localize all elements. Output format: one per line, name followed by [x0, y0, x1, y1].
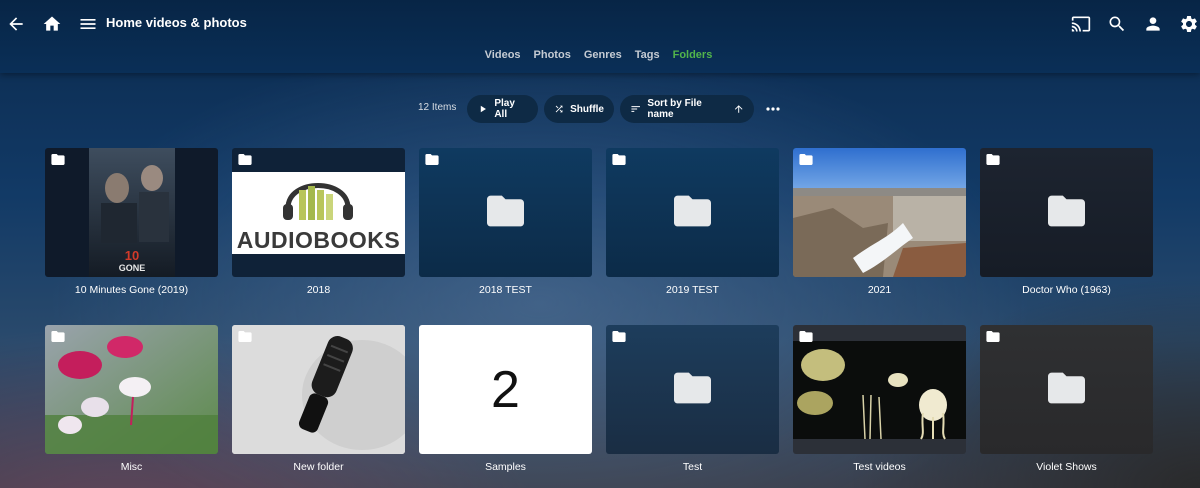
card-title[interactable]: Misc: [45, 460, 218, 474]
sort-button[interactable]: Sort by File name: [620, 95, 754, 123]
folder-icon: [612, 154, 626, 165]
list-item[interactable]: 2018 TEST: [419, 148, 592, 297]
card-thumbnail[interactable]: [980, 325, 1153, 454]
card-thumbnail[interactable]: GONE 10: [45, 148, 218, 277]
cast-icon: [1071, 16, 1091, 32]
tab-folders[interactable]: Folders: [665, 47, 721, 65]
home-button[interactable]: [40, 12, 64, 36]
number-image-text: 2: [491, 360, 520, 419]
folder-icon: [238, 331, 252, 342]
card-title[interactable]: 2019 TEST: [606, 283, 779, 297]
menu-icon: [80, 19, 96, 29]
audiobooks-text: AUDIOBOOKS: [236, 227, 401, 253]
card-thumbnail[interactable]: AUDIOBOOKS: [232, 148, 405, 277]
audiobooks-image: [232, 172, 405, 254]
more-options-button[interactable]: [765, 102, 781, 116]
card-title[interactable]: New folder: [232, 460, 405, 474]
section-tabs: Videos Photos Genres Tags Folders: [0, 47, 1200, 65]
shuffle-icon: [555, 105, 563, 113]
settings-icon: [1181, 15, 1197, 32]
folder-icon: [51, 154, 65, 165]
user-button[interactable]: [1141, 12, 1165, 36]
home-icon: [43, 16, 61, 31]
card-title[interactable]: 2018 TEST: [419, 283, 592, 297]
dam-photo-image: [793, 148, 966, 277]
card-title[interactable]: Violet Shows: [980, 460, 1153, 474]
arrow-up-icon: [734, 105, 743, 113]
more-horizontal-icon: [766, 107, 780, 111]
svg-text:10: 10: [125, 248, 139, 263]
shuffle-label: Shuffle: [570, 103, 604, 115]
folder-icon: [425, 154, 439, 165]
card-thumbnail[interactable]: [980, 148, 1153, 277]
microphone-photo-image: [232, 325, 405, 454]
tab-videos[interactable]: Videos: [477, 47, 529, 65]
user-icon: [1146, 17, 1160, 31]
list-item[interactable]: Test videos: [793, 325, 966, 474]
folder-icon: [799, 331, 813, 342]
page-title: Home videos & photos: [106, 15, 247, 30]
card-thumbnail[interactable]: [419, 148, 592, 277]
card-title[interactable]: Test: [606, 460, 779, 474]
item-count: 12 Items: [418, 102, 457, 113]
folder-icon: [1048, 372, 1085, 404]
folder-icon: [674, 195, 711, 227]
card-title[interactable]: Test videos: [793, 460, 966, 474]
library-toolbar: 12 Items Play All Shuffle Sort by File n…: [0, 95, 1200, 123]
card-title[interactable]: Doctor Who (1963): [980, 283, 1153, 297]
search-icon: [1109, 16, 1125, 32]
list-item[interactable]: 2021: [793, 148, 966, 297]
back-icon: [9, 17, 23, 31]
folder-icon: [1048, 195, 1085, 227]
list-item[interactable]: 2019 TEST: [606, 148, 779, 297]
folder-icon: [238, 154, 252, 165]
folder-icon: [799, 154, 813, 165]
tab-genres[interactable]: Genres: [576, 47, 630, 65]
list-item[interactable]: Test: [606, 325, 779, 474]
settings-button[interactable]: [1177, 12, 1200, 36]
card-thumbnail[interactable]: 2: [419, 325, 592, 454]
svg-text:GONE: GONE: [119, 263, 146, 273]
sort-label: Sort by File name: [647, 98, 702, 120]
movie-poster-image: GONE 10: [89, 148, 175, 277]
folder-icon: [986, 331, 1000, 342]
play-icon: [480, 105, 486, 113]
play-all-label: Play All: [494, 98, 515, 120]
jellyfish-photo-image: [793, 341, 966, 440]
search-button[interactable]: [1105, 12, 1129, 36]
card-title[interactable]: Samples: [419, 460, 592, 474]
flower-photo-image: [45, 325, 218, 454]
list-item[interactable]: New folder: [232, 325, 405, 474]
card-thumbnail[interactable]: [45, 325, 218, 454]
top-bar: Home videos & photos Videos Photos Genre…: [0, 0, 1200, 73]
list-item[interactable]: 2 Samples: [419, 325, 592, 474]
list-item[interactable]: AUDIOBOOKS 2018: [232, 148, 405, 297]
card-thumbnail[interactable]: [793, 325, 966, 454]
card-thumbnail[interactable]: [793, 148, 966, 277]
card-thumbnail[interactable]: [232, 325, 405, 454]
cast-button[interactable]: [1069, 12, 1093, 36]
list-item[interactable]: Doctor Who (1963): [980, 148, 1153, 297]
back-button[interactable]: [4, 12, 28, 36]
card-thumbnail[interactable]: [606, 325, 779, 454]
list-item[interactable]: Misc: [45, 325, 218, 474]
folder-icon: [487, 195, 524, 227]
folder-icon: [986, 154, 1000, 165]
tab-photos[interactable]: Photos: [526, 47, 579, 65]
list-item[interactable]: GONE 10 10 Minutes Gone (2019): [45, 148, 218, 297]
play-all-button[interactable]: Play All: [467, 95, 538, 123]
folder-icon: [51, 331, 65, 342]
tab-tags[interactable]: Tags: [627, 47, 668, 65]
menu-button[interactable]: [76, 12, 100, 36]
list-item[interactable]: Violet Shows: [980, 325, 1153, 474]
card-title[interactable]: 2018: [232, 283, 405, 297]
shuffle-button[interactable]: Shuffle: [544, 95, 614, 123]
folder-icon: [674, 372, 711, 404]
folder-icon: [612, 331, 626, 342]
card-title[interactable]: 2021: [793, 283, 966, 297]
card-title[interactable]: 10 Minutes Gone (2019): [45, 283, 218, 297]
card-thumbnail[interactable]: [606, 148, 779, 277]
sort-icon: [631, 106, 640, 112]
